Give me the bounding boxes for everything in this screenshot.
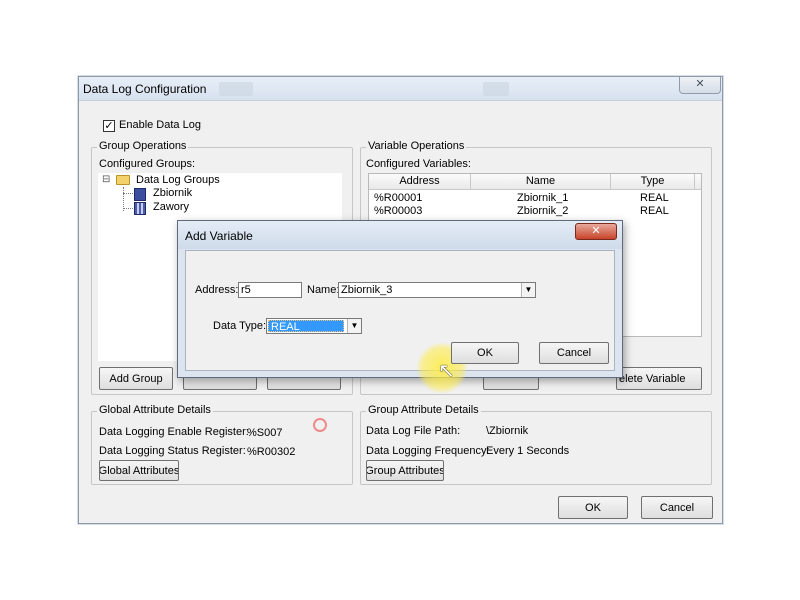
- group-attribute-details-legend: Group Attribute Details: [366, 404, 481, 416]
- data-type-label: Data Type:: [213, 320, 266, 332]
- tree-item-zawory[interactable]: Zawory: [153, 201, 189, 213]
- window-title: Data Log Configuration: [83, 82, 207, 96]
- name-value: Zbiornik_3: [341, 284, 393, 296]
- close-button[interactable]: ✕: [679, 77, 721, 94]
- collapse-icon[interactable]: ⊟: [102, 174, 110, 185]
- folder-icon: [116, 175, 130, 185]
- file-path-label: Data Log File Path:: [366, 425, 461, 437]
- group-attributes-button[interactable]: Group Attributes: [366, 460, 444, 481]
- dialog-cancel-button[interactable]: Cancel: [539, 342, 609, 364]
- close-icon: ✕: [695, 78, 705, 90]
- frequency-value: Every 1 Seconds: [486, 445, 570, 457]
- cell-type: REAL: [640, 192, 669, 204]
- column-header-filler: [695, 174, 701, 190]
- file-path-value: \Zbiornik: [486, 425, 529, 437]
- click-marker: [313, 418, 327, 432]
- global-attributes-button[interactable]: Global Attributes: [99, 460, 179, 481]
- status-register-label: Data Logging Status Register:: [99, 445, 246, 457]
- enable-register-label: Data Logging Enable Register:: [99, 426, 249, 438]
- frequency-label: Data Logging Frequency:: [366, 445, 490, 457]
- status-register-value: %R00302: [247, 446, 296, 458]
- title-bar: Data Log Configuration ✕: [79, 77, 722, 101]
- chevron-down-icon[interactable]: ▼: [521, 283, 535, 297]
- add-group-button[interactable]: Add Group: [99, 367, 173, 390]
- column-header-name[interactable]: Name: [471, 174, 611, 190]
- cell-address: %R00001: [374, 192, 423, 204]
- column-header-address[interactable]: Address: [369, 174, 471, 190]
- cell-name: Zbiornik_2: [517, 205, 569, 217]
- name-label: Name:: [307, 284, 340, 296]
- group-icon: [134, 188, 146, 201]
- close-icon: ✕: [591, 225, 601, 237]
- column-header-type[interactable]: Type: [611, 174, 695, 190]
- name-combobox[interactable]: Zbiornik_3 ▼: [338, 282, 536, 298]
- group-operations-legend: Group Operations: [97, 140, 189, 152]
- group-icon: [134, 202, 146, 215]
- cell-type: REAL: [640, 205, 669, 217]
- configured-groups-label: Configured Groups:: [99, 158, 195, 170]
- configured-variables-label: Configured Variables:: [366, 158, 471, 170]
- cell-name: Zbiornik_1: [517, 192, 569, 204]
- enable-register-value: %S007: [247, 427, 283, 439]
- data-type-selected-value: REAL: [268, 320, 344, 333]
- address-label: Address:: [195, 284, 239, 296]
- address-field[interactable]: r5: [238, 282, 302, 298]
- global-attribute-details-legend: Global Attribute Details: [97, 404, 213, 416]
- tree-root-data-log-groups[interactable]: Data Log Groups: [136, 174, 220, 186]
- enable-data-log-checkbox[interactable]: ✓: [103, 120, 115, 132]
- enable-data-log-label: Enable Data Log: [119, 119, 201, 131]
- dialog-title-bar: Add Variable ✕: [178, 221, 622, 249]
- delete-variable-button[interactable]: elete Variable: [616, 367, 702, 390]
- check-icon: ✓: [104, 120, 114, 132]
- variable-operations-legend: Variable Operations: [366, 140, 467, 152]
- tree-item-zbiornik[interactable]: Zbiornik: [153, 187, 192, 199]
- chevron-down-icon[interactable]: ▼: [347, 319, 361, 333]
- background-tab-ghost: [219, 82, 253, 96]
- main-ok-button[interactable]: OK: [558, 496, 628, 519]
- mouse-cursor-icon: ↖: [438, 360, 455, 382]
- dialog-ok-button[interactable]: OK: [451, 342, 519, 364]
- dialog-title: Add Variable: [185, 229, 253, 243]
- data-type-select[interactable]: REAL ▼: [266, 318, 362, 334]
- main-cancel-button[interactable]: Cancel: [641, 496, 713, 519]
- dialog-close-button[interactable]: ✕: [575, 223, 617, 240]
- background-tab-ghost: [483, 82, 509, 96]
- cell-address: %R00003: [374, 205, 423, 217]
